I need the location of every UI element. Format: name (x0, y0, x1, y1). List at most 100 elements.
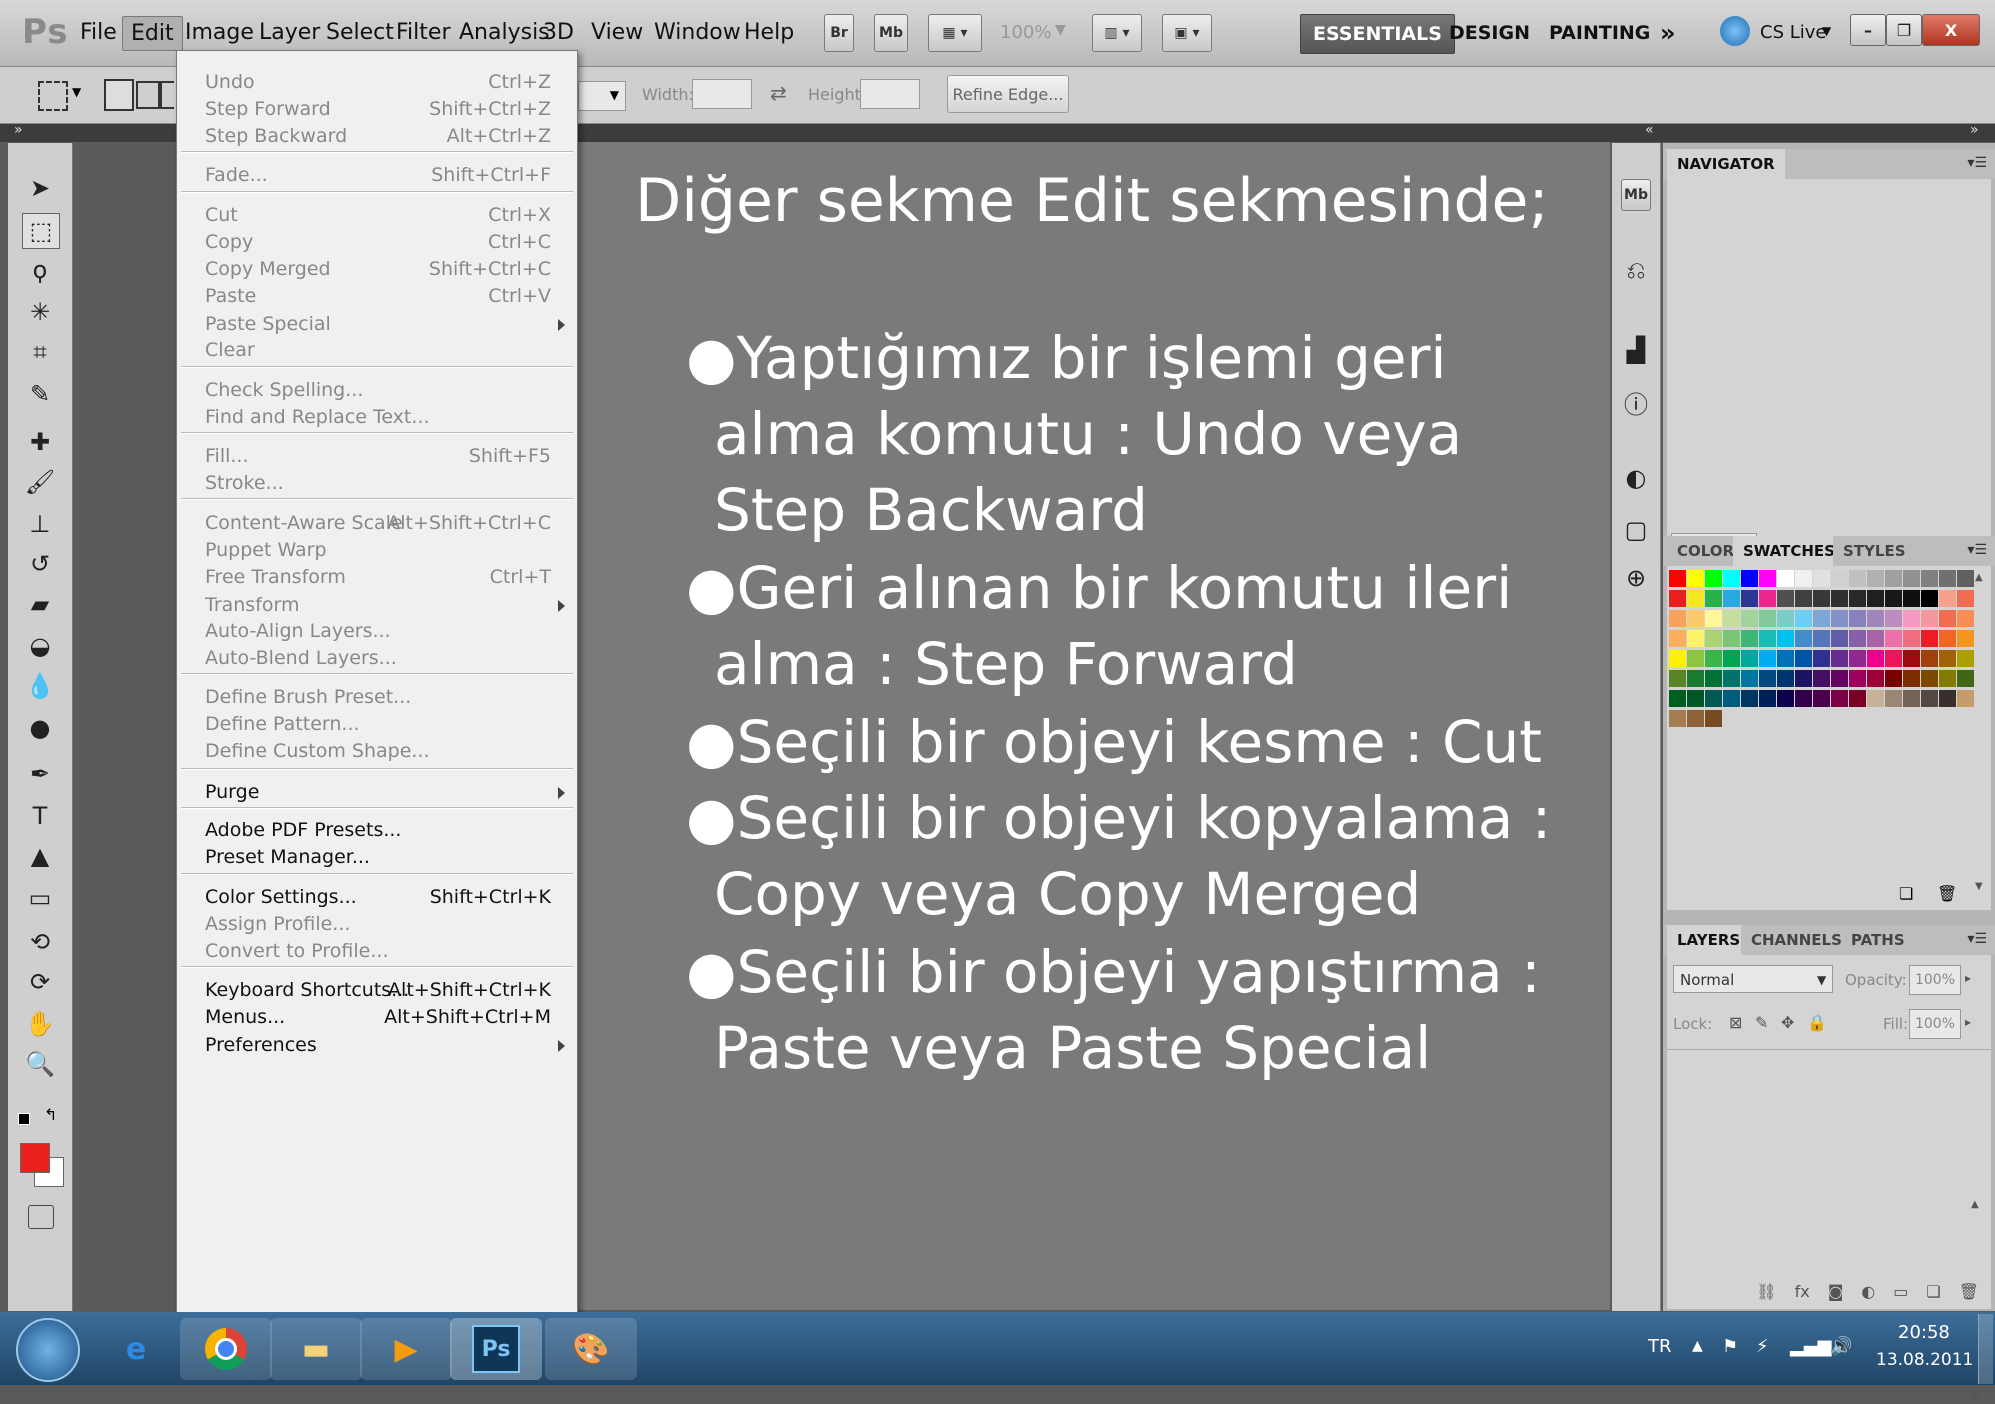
fill-field[interactable]: 100% (1909, 1009, 1961, 1039)
trash-icon[interactable]: 🗑 (1937, 884, 1957, 903)
color-swatch[interactable] (1687, 570, 1704, 587)
edit-menu-item-transform[interactable]: Transform (177, 592, 577, 619)
file-explorer-icon[interactable]: ▬ (270, 1318, 362, 1380)
color-swatch[interactable] (1777, 650, 1794, 667)
expand-panels-icon[interactable]: » (1970, 122, 1979, 138)
edit-menu-item-fade[interactable]: Fade... Shift+Ctrl+F (177, 162, 577, 189)
blur-tool-icon[interactable]: 💧 (22, 669, 58, 703)
color-swatch[interactable] (1885, 670, 1902, 687)
mini-bridge-button[interactable]: Mb (874, 14, 908, 52)
swap-icon[interactable]: ⇄ (770, 81, 787, 105)
color-swatch[interactable] (1669, 570, 1686, 587)
color-swatch[interactable] (1867, 610, 1884, 627)
color-swatch[interactable] (1795, 670, 1812, 687)
color-swatch[interactable] (1759, 670, 1776, 687)
color-swatch[interactable] (1741, 650, 1758, 667)
network-icon[interactable]: ▂▄▆ (1790, 1336, 1832, 1357)
color-swatch[interactable] (1723, 610, 1740, 627)
adjustments-icon[interactable]: ◐ (1618, 461, 1654, 495)
edit-menu-item-color-settings[interactable]: Color Settings... Shift+Ctrl+K (177, 884, 577, 911)
color-swatch[interactable] (1849, 670, 1866, 687)
tab-navigator[interactable]: NAVIGATOR (1667, 149, 1785, 179)
edit-menu-item-preferences[interactable]: Preferences (177, 1032, 577, 1059)
chevron-down-icon[interactable]: ▼ (1817, 973, 1826, 987)
expand-tools-icon[interactable]: » (14, 122, 23, 138)
color-swatch[interactable] (1669, 630, 1686, 647)
3d-rotate-tool-icon[interactable]: ⟲ (22, 925, 58, 959)
color-swatch[interactable] (1957, 650, 1974, 667)
color-swatch[interactable] (1669, 670, 1686, 687)
edit-menu-item-free-transform[interactable]: Free Transform Ctrl+T (177, 564, 577, 591)
color-swatch[interactable] (1723, 590, 1740, 607)
color-swatch[interactable] (1777, 590, 1794, 607)
edit-menu-item-define-pattern[interactable]: Define Pattern... (177, 711, 577, 738)
scroll-up-icon[interactable]: ▲ (1975, 572, 1983, 583)
menu-file[interactable]: File (72, 16, 125, 49)
color-swatch[interactable] (1741, 590, 1758, 607)
color-swatch[interactable] (1669, 610, 1686, 627)
chevron-down-icon[interactable]: ▼ (1055, 22, 1066, 38)
color-swatch[interactable] (1759, 610, 1776, 627)
color-swatch[interactable] (1885, 570, 1902, 587)
eyedropper-tool-icon[interactable]: ✎ (22, 377, 58, 411)
color-swatch[interactable] (1903, 650, 1920, 667)
edit-menu-item-define-custom-shape[interactable]: Define Custom Shape... (177, 738, 577, 765)
workspace-design[interactable]: DESIGN (1437, 14, 1542, 52)
color-swatch[interactable] (1669, 690, 1686, 707)
color-swatch[interactable] (1795, 570, 1812, 587)
collapse-icons-icon[interactable]: « (1645, 122, 1654, 138)
foreground-color-swatch[interactable] (20, 1143, 50, 1173)
panel-menu-icon[interactable]: ▾☰ (1967, 155, 1987, 171)
scroll-down-icon[interactable]: ▼ (1975, 881, 1983, 892)
swatches-scrollbar[interactable]: ▲ ▼ (1975, 572, 1985, 892)
color-swatch[interactable] (1939, 670, 1956, 687)
marquee-preset-icon[interactable] (38, 81, 68, 111)
color-swatch[interactable] (1777, 630, 1794, 647)
edit-menu-item-purge[interactable]: Purge (177, 779, 577, 806)
color-swatch[interactable] (1903, 670, 1920, 687)
height-field[interactable] (860, 79, 920, 109)
color-swatch[interactable] (1795, 590, 1812, 607)
color-swatch[interactable] (1849, 610, 1866, 627)
menu-filter[interactable]: Filter (388, 16, 458, 49)
color-swatch[interactable] (1849, 650, 1866, 667)
volume-icon[interactable]: 🔊 (1830, 1336, 1852, 1357)
color-swatch[interactable] (1777, 610, 1794, 627)
masks-icon[interactable]: ▢ (1618, 513, 1654, 547)
arrange-documents-button[interactable]: ▥ ▾ (1092, 14, 1142, 52)
paint-bucket-tool-icon[interactable]: ◒ (22, 629, 58, 663)
photoshop-taskbar-icon[interactable]: Ps (450, 1318, 542, 1380)
close-button[interactable]: X (1922, 14, 1980, 46)
color-swatch[interactable] (1939, 630, 1956, 647)
clone-stamp-tool-icon[interactable]: ⊥ (22, 507, 58, 541)
color-swatch[interactable] (1957, 590, 1974, 607)
menu-view[interactable]: View (583, 16, 651, 49)
color-swatch[interactable] (1813, 630, 1830, 647)
color-swatch[interactable] (1903, 690, 1920, 707)
tab-channels[interactable]: CHANNELS (1741, 925, 1852, 955)
rectangle-tool-icon[interactable]: ▭ (22, 881, 58, 915)
color-swatch[interactable] (1831, 690, 1848, 707)
lock-all-icon[interactable]: 🔒 (1807, 1013, 1827, 1032)
language-indicator[interactable]: TR (1648, 1336, 1672, 1357)
color-swatch[interactable] (1957, 670, 1974, 687)
color-swatch[interactable] (1777, 670, 1794, 687)
color-swatch[interactable] (1687, 630, 1704, 647)
tab-styles[interactable]: STYLES (1833, 536, 1916, 566)
history-brush-tool-icon[interactable]: ↺ (22, 547, 58, 581)
menu-layer[interactable]: Layer (251, 16, 328, 49)
color-swatch[interactable] (1705, 570, 1722, 587)
cs-live-menu[interactable]: CS Live (1760, 22, 1826, 43)
color-swatch[interactable] (1741, 670, 1758, 687)
edit-menu-item-adobe-pdf-presets[interactable]: Adobe PDF Presets... (177, 817, 577, 844)
color-swatch[interactable] (1687, 710, 1704, 727)
color-swatch[interactable] (1903, 570, 1920, 587)
color-swatch[interactable] (1759, 650, 1776, 667)
marquee-tool-icon[interactable]: ⬚ (22, 213, 60, 249)
move-tool-icon[interactable]: ➤ (22, 171, 58, 205)
color-swatch[interactable] (1705, 710, 1722, 727)
color-swatch[interactable] (1921, 690, 1938, 707)
color-swatch[interactable] (1705, 630, 1722, 647)
color-swatch[interactable] (1813, 610, 1830, 627)
style-select[interactable]: ▼ (578, 81, 626, 111)
